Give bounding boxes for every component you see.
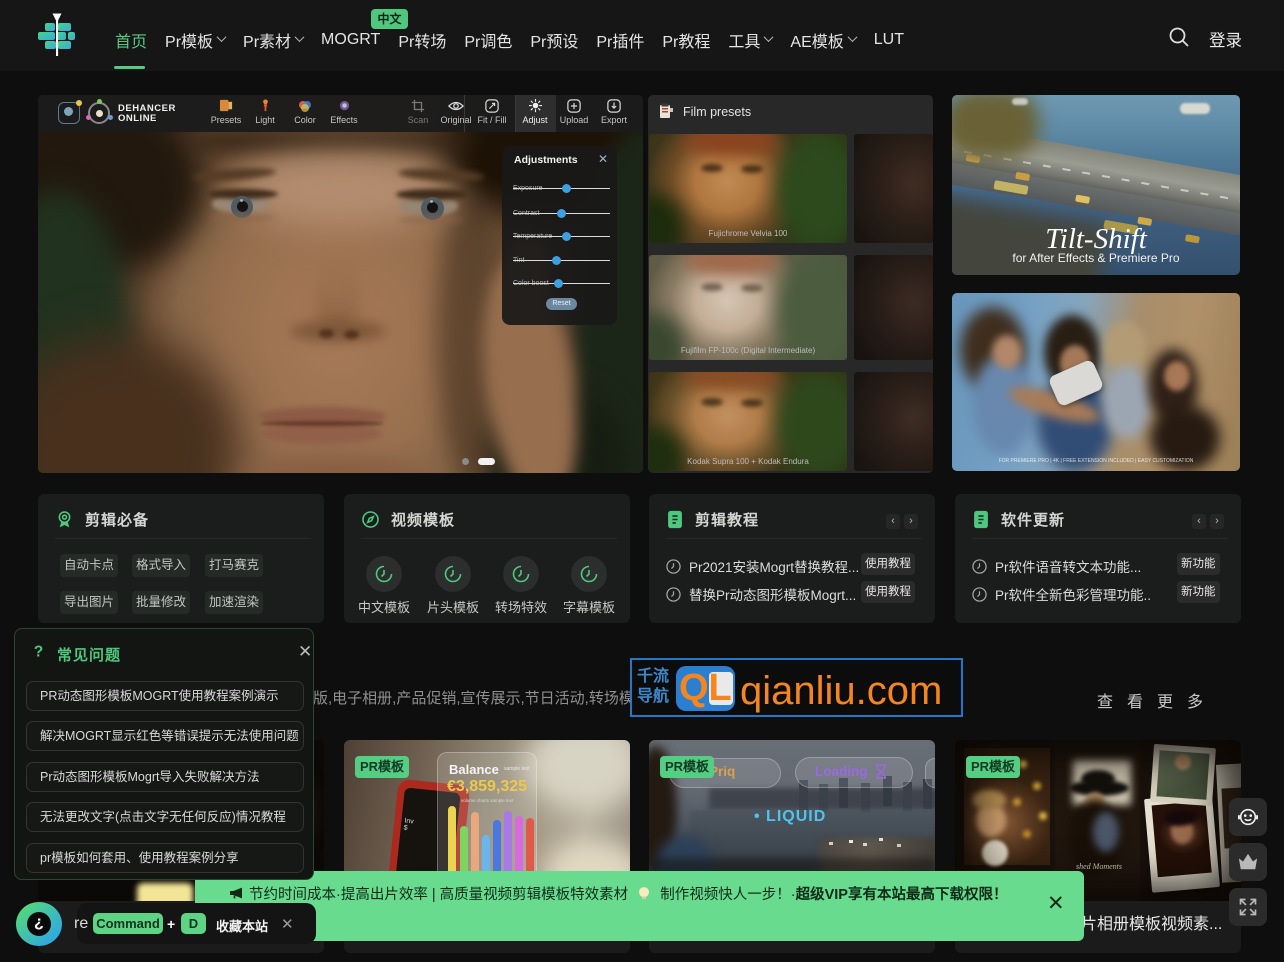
svg-text:?: ? [34, 644, 43, 660]
